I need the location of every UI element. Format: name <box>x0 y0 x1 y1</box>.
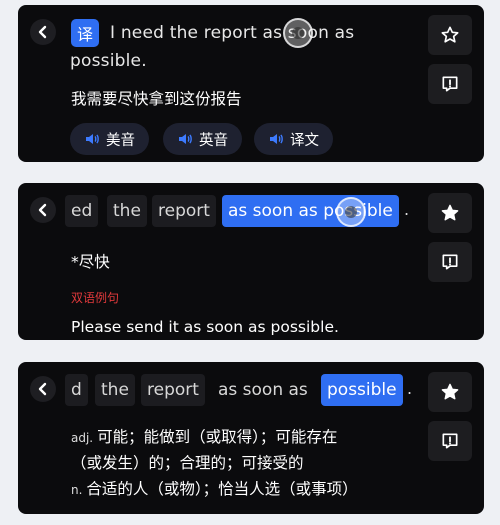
word-chip[interactable]: d <box>65 374 88 406</box>
word-chip-selected[interactable]: possible <box>321 374 403 406</box>
chevron-left-icon <box>38 382 47 396</box>
audio-us-button[interactable]: 美音 <box>70 123 149 155</box>
chevron-left-icon <box>38 25 47 39</box>
exclamation-bubble-icon <box>442 254 458 270</box>
word-chip[interactable]: report <box>141 374 205 406</box>
word-chip[interactable]: as soon as <box>212 374 314 406</box>
chinese-sentence: 我需要尽快拿到这份报告 <box>71 90 242 108</box>
definition-text: （或发生）的；合理的；可接受的 <box>71 454 304 472</box>
audio-us-label: 美音 <box>106 132 135 149</box>
speaker-icon <box>86 134 99 144</box>
back-button[interactable] <box>30 376 56 402</box>
definition-text: 合适的人（或物）；恰当人选（或事项） <box>86 480 358 498</box>
chevron-left-icon <box>38 203 47 217</box>
audio-uk-button[interactable]: 英音 <box>163 123 242 155</box>
star-icon <box>441 26 459 43</box>
period-token: . <box>407 379 413 398</box>
favorite-button[interactable] <box>428 15 472 55</box>
audio-translation-label: 译文 <box>290 132 319 149</box>
word-chip[interactable]: report <box>152 195 216 227</box>
star-filled-icon <box>441 383 459 400</box>
exclamation-bubble-icon <box>442 433 458 449</box>
definition-line: n. 合适的人（或物）；恰当人选（或事项） <box>71 475 401 504</box>
touch-indicator <box>283 18 313 48</box>
definition-line: adj. 可能；能做到（或取得）；可能存在 <box>71 423 401 452</box>
back-button[interactable] <box>30 19 56 45</box>
speaker-icon <box>270 134 283 144</box>
word-chip[interactable]: the <box>95 374 135 406</box>
definition-text: 可能；能做到（或取得）；可能存在 <box>97 428 338 446</box>
part-of-speech: adj. <box>71 431 94 445</box>
translation-card: I need the report as soon as possible. 译… <box>18 5 484 162</box>
example-label: 双语例句 <box>71 291 120 305</box>
back-button[interactable] <box>30 197 56 223</box>
word-chip[interactable]: the <box>107 195 147 227</box>
audio-translation-button[interactable]: 译文 <box>254 123 333 155</box>
speaker-icon <box>179 134 192 144</box>
phrase-card: ed the report as soon as possible . *尽快 … <box>18 183 484 340</box>
word-chip[interactable]: ed <box>65 195 99 227</box>
favorite-button[interactable] <box>428 193 472 233</box>
phrase-meaning: *尽快 <box>71 253 110 271</box>
word-chip-selected[interactable]: as soon as possible <box>222 195 399 227</box>
star-filled-icon <box>441 204 459 221</box>
translate-badge[interactable]: 译 <box>71 19 99 47</box>
word-card: d the report as soon as possible . adj. 可… <box>18 362 484 514</box>
english-sentence[interactable]: I need the report as soon as possible. <box>70 19 370 75</box>
touch-indicator <box>336 197 366 227</box>
favorite-button[interactable] <box>428 372 472 412</box>
report-button[interactable] <box>428 242 472 282</box>
audio-uk-label: 英音 <box>199 132 228 149</box>
example-sentence[interactable]: Please send it as soon as possible. <box>71 318 339 336</box>
report-button[interactable] <box>428 421 472 461</box>
period-token: . <box>404 200 410 219</box>
exclamation-bubble-icon <box>442 76 458 92</box>
report-button[interactable] <box>428 64 472 104</box>
part-of-speech: n. <box>71 483 83 497</box>
definition-line: （或发生）的；合理的；可接受的 <box>71 449 401 477</box>
